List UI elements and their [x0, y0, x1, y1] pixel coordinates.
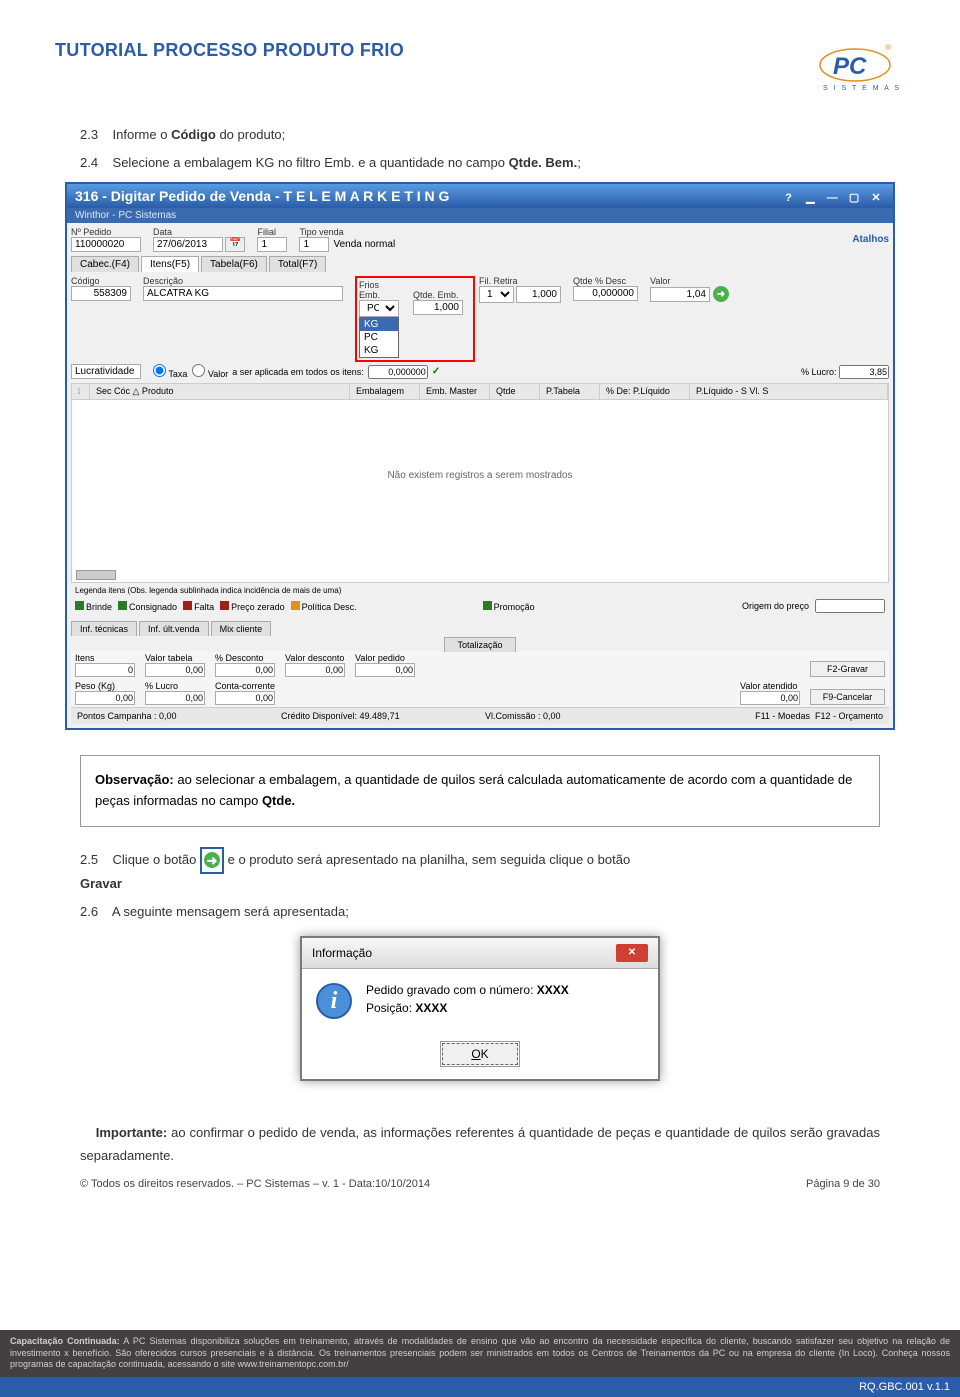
window-titlebar: 316 - Digitar Pedido de Venda - T E L E … [67, 184, 893, 208]
dialog-line2: Posição: XXXX [366, 1001, 569, 1015]
info-icon: i [316, 983, 352, 1019]
dialog-title: Informação [312, 946, 372, 960]
copyright-line: © Todos os direitos reservados. – PC Sis… [80, 1178, 880, 1190]
green-add-button-icon: ➜ [200, 847, 224, 875]
rq-code: RQ.GBC.001 v.1.1 [0, 1377, 960, 1397]
window-controls: ? ▁ — ▢ ✕ [779, 188, 885, 204]
fil-retira-select: 1 [479, 286, 514, 303]
check-icon: ✓ [432, 366, 440, 377]
svg-text:S I S T E M A S: S I S T E M A S [823, 85, 901, 92]
important-text: Importante: ao confirmar o pedido de ven… [80, 1121, 880, 1168]
codigo-input [71, 286, 131, 301]
main-tabs: Cabec.(F4) Itens(F5) Tabela(F6) Total(F7… [71, 256, 889, 272]
tab-cabec: Cabec.(F4) [71, 256, 139, 272]
emb-select: PC [359, 300, 399, 317]
codigo-label: Código [71, 276, 131, 286]
items-grid: ⦙ Sec Cóc △ Produto Embalagem Emb. Maste… [71, 383, 889, 583]
window-subtitle: Winthor - PC Sistemas [67, 208, 893, 223]
svg-text:®: ® [885, 43, 891, 52]
step-2-5: 2.5 Clique o botão ➜ e o produto será ap… [80, 847, 905, 894]
valor-input [650, 287, 710, 302]
highlighted-emb-area: Frios Emb. PC Qtde. Emb. KG PC [355, 276, 475, 362]
fil-retira-qtd [516, 286, 561, 303]
lucratividade-btn [71, 364, 141, 379]
aplicada-input [368, 365, 428, 379]
svg-text:PC: PC [833, 53, 867, 80]
help-icon: ? [779, 192, 797, 204]
close-icon: ✕ [867, 191, 885, 204]
pedido-input [71, 237, 141, 252]
descricao-input [143, 286, 343, 301]
confirm-icon: ➜ [713, 286, 729, 302]
grid-empty-text: Não existem registros a serem mostrados [72, 400, 888, 481]
filial-input [257, 237, 287, 252]
step-2-6: 2.6 A seguinte mensagem será apresentada… [80, 902, 905, 922]
calendar-icon: 📅 [225, 237, 245, 252]
itens-total [75, 663, 135, 677]
origem-preco-input [815, 599, 885, 613]
observacao-box: Observação: ao selecionar a embalagem, a… [80, 755, 880, 827]
restore-icon: — [823, 192, 841, 204]
footer: Capacitação Continuada: A PC Sistemas di… [0, 1330, 960, 1377]
tab-total: Total(F7) [269, 256, 326, 272]
page-title: TUTORIAL PROCESSO PRODUTO FRIO [55, 40, 404, 61]
qtde-desc-input [573, 286, 638, 301]
atalhos-link: Atalhos [852, 234, 889, 245]
app-window-screenshot: 316 - Digitar Pedido de Venda - T E L E … [65, 182, 895, 730]
pc-sistemas-logo: ® PC S I S T E M A S [815, 40, 905, 95]
radio-taxa [153, 364, 166, 377]
totalizacao-tab: Totalização [444, 637, 515, 652]
filial-label: Filial [257, 227, 287, 237]
ok-button: OK [442, 1043, 517, 1065]
tab-tabela: Tabela(F6) [201, 256, 267, 272]
data-label: Data [153, 227, 245, 237]
scrollbar-thumb [76, 570, 116, 580]
tipovenda-label: Tipo venda [299, 227, 395, 237]
pct-lucro-input [839, 365, 889, 379]
tab-itens: Itens(F5) [141, 256, 199, 272]
secondary-tabs: Inf. técnicas Inf. últ.venda Mix cliente [71, 621, 889, 636]
descricao-label: Descrição [143, 276, 343, 286]
info-dialog-screenshot: Informação ✕ i Pedido gravado com o núme… [300, 936, 660, 1081]
data-input [153, 237, 223, 252]
pedido-label: Nº Pedido [71, 227, 141, 237]
f9-cancelar-button: F9-Cancelar [810, 689, 885, 705]
legend-title: Legenda itens (Obs. legenda sublinhada i… [71, 583, 889, 595]
legend-row: Brinde Consignado Falta Preço zerado Pol… [71, 595, 889, 617]
dialog-close-icon: ✕ [616, 944, 648, 962]
maximize-icon: ▢ [845, 191, 863, 204]
status-bar: Pontos Campanha : 0,00 Crédito Disponíve… [71, 707, 889, 724]
f2-gravar-button: F2-Gravar [810, 661, 885, 677]
qtde-emb-input [413, 300, 463, 315]
tipovenda-input [299, 237, 329, 252]
minimize-icon: ▁ [801, 191, 819, 204]
fil-retira-label: Fil. Retira [479, 276, 561, 286]
qtde-desc-label: Qtde % Desc [573, 276, 638, 286]
dialog-line1: Pedido gravado com o número: XXXX [366, 983, 569, 997]
valor-label: Valor [650, 276, 729, 286]
step-2-4: 2.4 Selecione a embalagem KG no filtro E… [80, 153, 905, 173]
emb-dropdown-list: KG PC KG [359, 317, 399, 358]
radio-valor [192, 364, 205, 377]
venda-normal-text: Venda normal [333, 239, 395, 250]
step-2-3: 2.3 Informe o Código do produto; [80, 125, 905, 145]
